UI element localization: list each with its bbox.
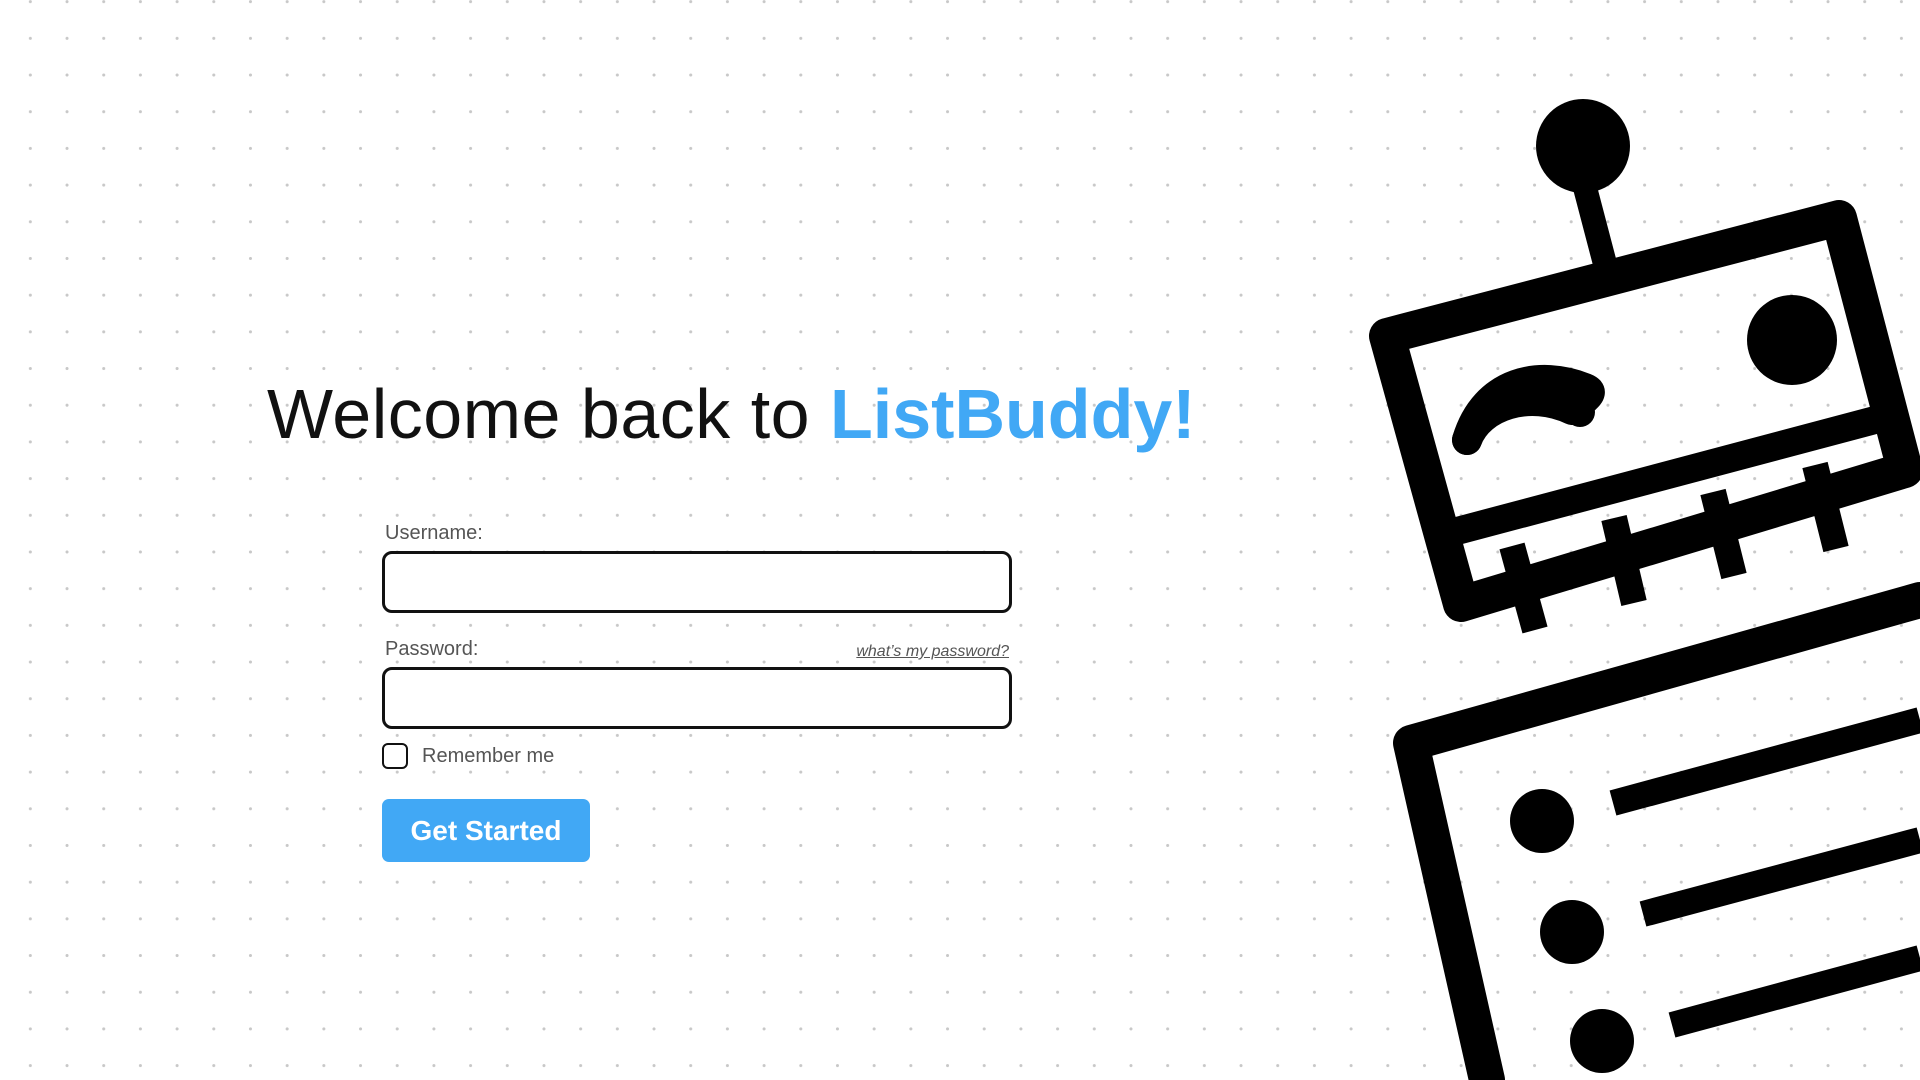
brand-name: ListBuddy! bbox=[830, 375, 1196, 453]
robot-mouth-line bbox=[1438, 398, 1909, 549]
robot-antenna-stem bbox=[1571, 176, 1622, 287]
robot-list-bullet bbox=[1540, 900, 1604, 964]
robot-head bbox=[1369, 200, 1920, 622]
forgot-password-link[interactable]: what’s my password? bbox=[856, 643, 1009, 661]
password-label: Password: bbox=[385, 638, 479, 660]
remember-me-label: Remember me bbox=[422, 744, 555, 767]
robot-antenna-ball bbox=[1536, 99, 1630, 193]
password-label-row: Password: what’s my password? bbox=[382, 633, 1012, 661]
robot-body bbox=[1393, 582, 1920, 1080]
username-input[interactable] bbox=[382, 551, 1012, 613]
login-page: Welcome back to ListBuddy! Username: Pas… bbox=[0, 0, 1920, 1080]
username-label: Username: bbox=[385, 522, 483, 544]
robot-list-bullet bbox=[1510, 789, 1574, 853]
robot-list-bullet bbox=[1570, 1009, 1634, 1073]
robot-eye bbox=[1747, 295, 1837, 385]
password-input[interactable] bbox=[382, 667, 1012, 729]
robot-teeth bbox=[1499, 461, 1849, 634]
page-title: Welcome back to ListBuddy! bbox=[267, 372, 1196, 456]
welcome-text: Welcome back to bbox=[267, 375, 831, 453]
robot-frown-eye bbox=[1452, 364, 1605, 455]
remember-me-row: Remember me bbox=[382, 741, 1012, 771]
login-form: Username: Password: what’s my password? … bbox=[382, 517, 1012, 771]
remember-me-checkbox[interactable] bbox=[382, 743, 408, 769]
robot-list-lines bbox=[1609, 707, 1920, 1038]
get-started-button[interactable]: Get Started bbox=[382, 799, 590, 862]
username-label-row: Username: bbox=[382, 517, 1012, 545]
